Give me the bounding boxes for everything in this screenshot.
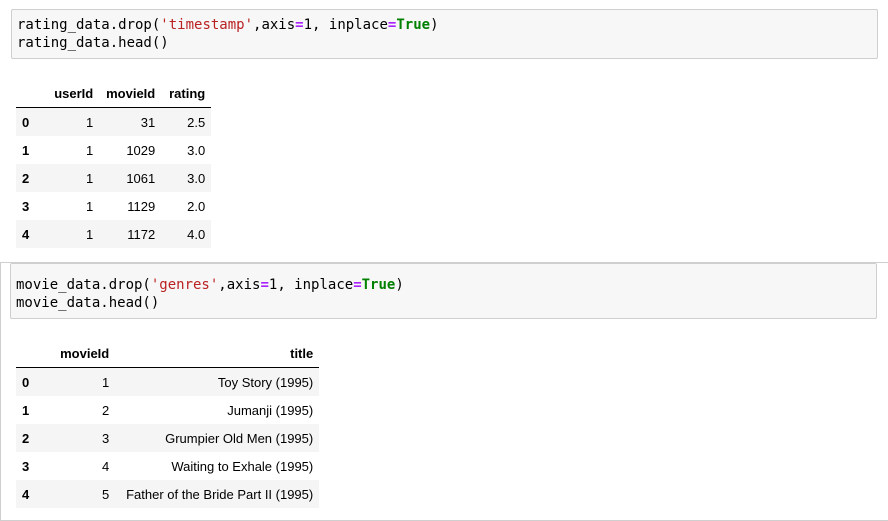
table-cell: 1 [86,198,94,214]
table-cell: 3.0 [187,170,206,186]
table-cell: Toy Story (1995) [217,374,314,390]
table-cell: 4 [102,458,110,474]
table-cell: 31 [140,114,156,130]
column-header: rating [161,79,212,108]
table-cell: 1 [86,114,94,130]
table-cell: 4.0 [187,226,206,242]
row-index: 0 [22,374,30,390]
code-line-1: movie_data.drop('genres',axis=1, inplace… [16,277,404,293]
dataframe-output-rating: userId movieId rating 0 1 31 2.5 1 1 102… [16,79,212,248]
row-index: 2 [22,430,30,446]
column-header: movieId [99,79,162,108]
row-index: 4 [22,226,30,242]
table-row: 3 4 Waiting to Exhale (1995) [16,452,320,480]
table-cell: 2.5 [187,114,206,130]
table-cell: Jumanji (1995) [227,402,314,418]
table-row: 1 1 1029 3.0 [16,136,212,164]
table-header-row: userId movieId rating [16,79,212,108]
table-row: 1 2 Jumanji (1995) [16,396,320,424]
table-row: 3 1 1129 2.0 [16,192,212,220]
row-index: 1 [22,402,30,418]
code-editor-rating[interactable]: rating_data.drop('timestamp',axis=1, inp… [11,9,878,59]
row-index: 3 [22,458,30,474]
code-line-2: movie_data.head() [16,295,160,311]
column-header: title [115,339,320,368]
table-row: 4 1 1172 4.0 [16,220,212,248]
table-cell: 1 [86,226,94,242]
table-cell: 1 [102,374,110,390]
table-cell: 2 [102,402,110,418]
column-header: userId [43,79,100,108]
index-header [16,79,44,108]
index-header [16,339,44,368]
table-cell: Grumpier Old Men (1995) [165,430,314,446]
dataframe-output-movie: movieId title 0 1 Toy Story (1995) 1 2 J… [16,339,320,508]
notebook-cell-rating[interactable]: rating_data.drop('timestamp',axis=1, inp… [0,0,888,258]
code-editor-movie[interactable]: movie_data.drop('genres',axis=1, inplace… [10,263,877,319]
table-cell: 1 [86,142,94,158]
code-line-2: rating_data.head() [17,35,169,51]
table-cell: 1129 [127,198,156,214]
table-row: 4 5 Father of the Bride Part II (1995) [16,480,320,508]
table-cell: 1029 [126,142,156,158]
column-header: movieId [43,339,116,368]
table-cell: Waiting to Exhale (1995) [171,458,314,474]
row-index: 2 [22,170,30,186]
row-index: 3 [22,198,30,214]
table-cell: Father of the Bride Part II (1995) [126,486,314,502]
table-row: 0 1 Toy Story (1995) [16,367,320,396]
table-row: 0 1 31 2.5 [16,107,212,136]
notebook-cell-movie[interactable]: movie_data.drop('genres',axis=1, inplace… [0,262,888,521]
row-index: 0 [22,114,30,130]
table-cell: 1061 [126,170,156,186]
table-cell: 1 [86,170,94,186]
table-cell: 3.0 [187,142,206,158]
table-row: 2 3 Grumpier Old Men (1995) [16,424,320,452]
table-cell: 1172 [127,226,156,242]
table-row: 2 1 1061 3.0 [16,164,212,192]
row-index: 1 [22,142,30,158]
table-header-row: movieId title [16,339,320,368]
row-index: 4 [22,486,30,502]
code-line-1: rating_data.drop('timestamp',axis=1, inp… [17,17,439,33]
table-cell: 2.0 [187,198,206,214]
table-cell: 5 [102,486,110,502]
table-cell: 3 [102,430,110,446]
